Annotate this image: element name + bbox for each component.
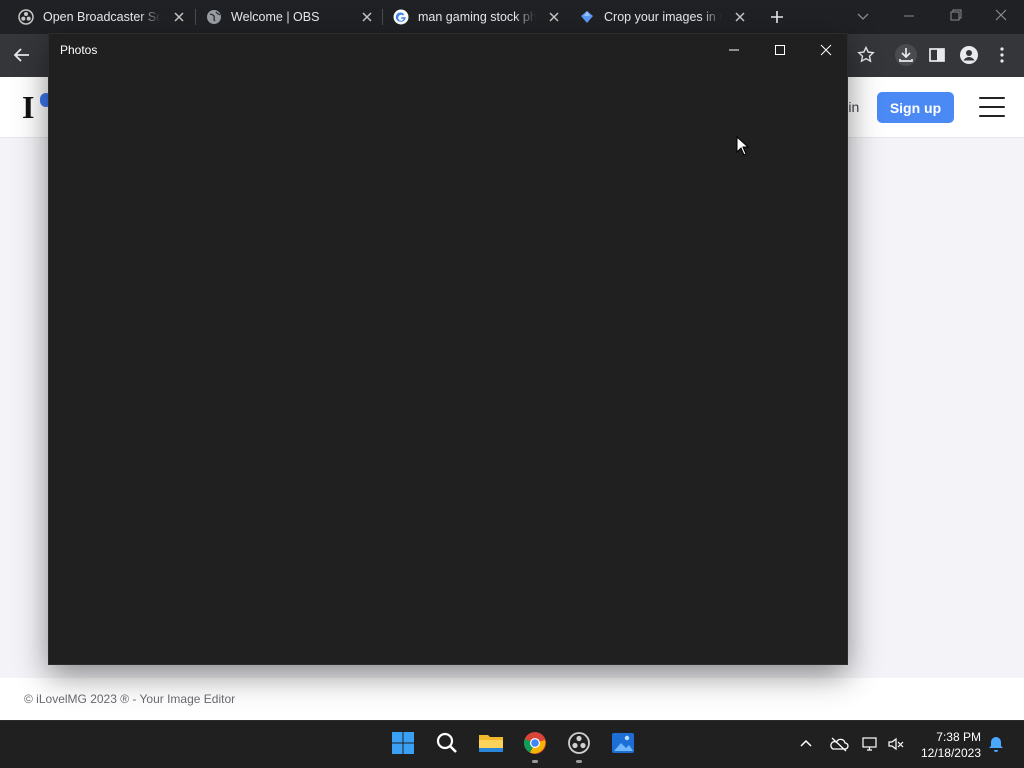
- bookmark-button[interactable]: [855, 44, 877, 66]
- tab-welcome-obs[interactable]: Welcome | OBS: [206, 0, 382, 34]
- start-button[interactable]: [390, 730, 416, 756]
- minimize-icon: [729, 49, 739, 51]
- notification-button[interactable]: [987, 735, 1005, 753]
- tab-separator: [382, 9, 383, 25]
- mouse-cursor-icon: [736, 135, 750, 156]
- notification-bell-icon: [989, 737, 1003, 752]
- browser-close-button[interactable]: [990, 6, 1012, 26]
- tab-close-icon[interactable]: [547, 10, 561, 24]
- close-icon: [820, 44, 832, 56]
- volume-muted-icon: [888, 737, 904, 751]
- tab-google-search[interactable]: man gaming stock photos: [393, 0, 569, 34]
- plus-icon: [771, 11, 783, 23]
- signup-button[interactable]: Sign up: [877, 92, 954, 123]
- downloads-button[interactable]: [895, 44, 917, 66]
- site-logo[interactable]: I: [22, 89, 34, 126]
- profile-icon: [960, 46, 978, 64]
- kebab-menu-icon: [1000, 47, 1004, 63]
- side-panel-icon: [929, 48, 945, 62]
- back-button[interactable]: [11, 44, 33, 66]
- footer-copyright: © iLovelMG 2023 ® - Your Image Editor: [24, 692, 236, 706]
- profile-button[interactable]: [958, 44, 980, 66]
- onedrive-tray-button[interactable]: [829, 735, 849, 753]
- browser-menu-button[interactable]: [991, 44, 1013, 66]
- file-explorer-button[interactable]: [478, 730, 504, 756]
- tab-title: man gaming stock photos: [418, 10, 536, 24]
- tab-close-icon[interactable]: [172, 10, 186, 24]
- google-icon: [393, 9, 409, 25]
- network-icon: [862, 737, 877, 751]
- chrome-running-indicator: [532, 760, 538, 763]
- chrome-button[interactable]: [522, 730, 548, 756]
- photos-maximize-button[interactable]: [772, 42, 788, 58]
- back-arrow-icon: [13, 48, 29, 62]
- onedrive-icon: [830, 737, 849, 752]
- photos-icon: [612, 733, 634, 753]
- tab-title: Crop your images in seconds: [604, 10, 722, 24]
- iloveimg-icon: [579, 9, 595, 25]
- tab-title: Welcome | OBS: [231, 10, 320, 24]
- download-icon: [899, 48, 913, 62]
- star-icon: [857, 45, 875, 63]
- restore-icon: [950, 9, 962, 21]
- tab-crop-images[interactable]: Crop your images in seconds: [579, 0, 755, 34]
- photos-minimize-button[interactable]: [726, 42, 742, 58]
- obs-running-indicator: [576, 760, 582, 763]
- hamburger-menu-icon[interactable]: [979, 97, 1005, 117]
- obs-taskbar-button[interactable]: [566, 730, 592, 756]
- chevron-down-icon: [857, 13, 869, 20]
- tab-close-icon[interactable]: [360, 10, 374, 24]
- side-panel-button[interactable]: [926, 44, 948, 66]
- clock-time[interactable]: 7:38 PM: [921, 730, 981, 744]
- browser-restore-button[interactable]: [944, 6, 966, 26]
- clock-date[interactable]: 12/18/2023: [911, 746, 981, 760]
- tab-title: Open Broadcaster Software: [43, 10, 161, 24]
- minimize-icon: [904, 15, 914, 17]
- tab-open-broadcaster[interactable]: Open Broadcaster Software: [18, 0, 194, 34]
- maximize-icon: [775, 45, 785, 55]
- obs-icon: [568, 732, 590, 754]
- chrome-icon: [524, 732, 546, 754]
- search-icon: [436, 732, 457, 753]
- close-icon: [995, 9, 1007, 21]
- file-explorer-icon: [479, 735, 503, 752]
- obs-icon: [18, 9, 34, 25]
- tray-overflow-button[interactable]: [797, 735, 815, 753]
- photos-close-button[interactable]: [818, 42, 834, 58]
- photos-taskbar-button[interactable]: [610, 730, 636, 756]
- tab-close-icon[interactable]: [733, 10, 747, 24]
- new-tab-button[interactable]: [768, 8, 786, 26]
- chevron-up-icon: [800, 739, 812, 747]
- tab-search-button[interactable]: [852, 6, 874, 26]
- photos-window-title: Photos: [60, 43, 98, 57]
- globe-icon: [206, 9, 222, 25]
- volume-tray-button[interactable]: [887, 735, 905, 753]
- browser-minimize-button[interactable]: [898, 6, 920, 26]
- tab-separator: [195, 9, 196, 25]
- photos-window[interactable]: Photos: [48, 33, 848, 665]
- network-tray-button[interactable]: [861, 735, 879, 753]
- windows-start-icon: [392, 732, 414, 754]
- taskbar-search-button[interactable]: [434, 730, 460, 756]
